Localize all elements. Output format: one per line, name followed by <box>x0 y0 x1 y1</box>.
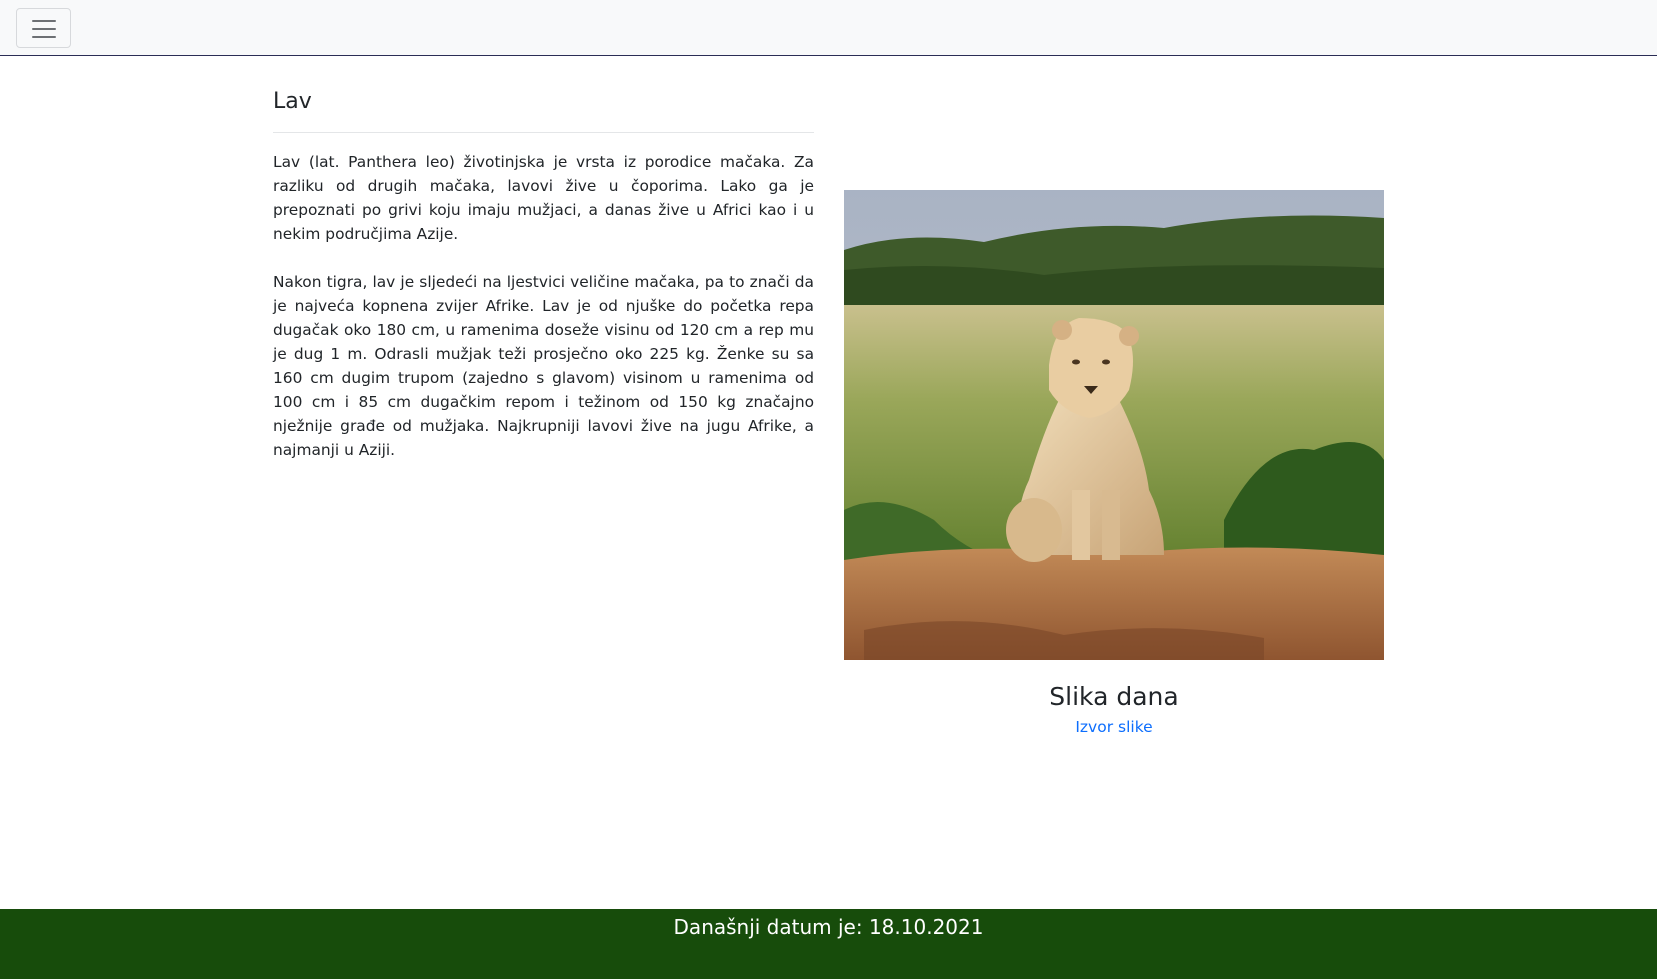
lioness-photo <box>844 190 1384 660</box>
footer: Današnji datum je: 18.10.2021 <box>0 909 1657 979</box>
article-paragraph: Lav (lat. Panthera leo) životinjska je v… <box>273 153 814 243</box>
picture-of-the-day: Slika dana Izvor slike <box>844 190 1384 736</box>
title-divider <box>273 132 814 133</box>
picture-caption: Slika dana <box>1049 682 1179 711</box>
article-paragraph: Nakon tigra, lav je sljedeći na ljestvic… <box>273 273 814 459</box>
navbar-toggle-button[interactable] <box>16 8 71 48</box>
current-date-text: Današnji datum je: 18.10.2021 <box>673 915 984 939</box>
navbar <box>0 0 1657 56</box>
article: Lav Lav (lat. Panthera leo) životinjska … <box>273 86 814 462</box>
image-source-link[interactable]: Izvor slike <box>1075 718 1152 736</box>
article-title: Lav <box>273 89 312 114</box>
